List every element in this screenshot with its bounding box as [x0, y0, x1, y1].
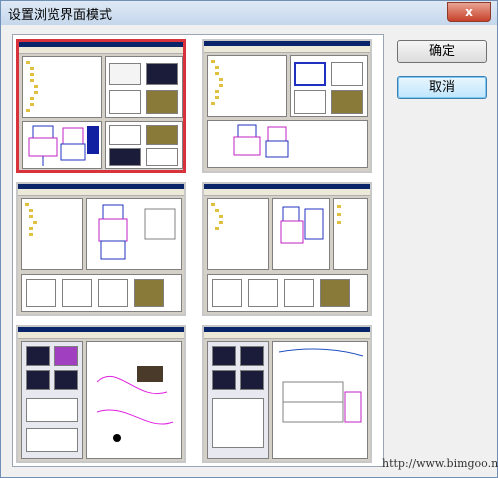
watermark: http://www.bimgoo.net — [382, 457, 498, 470]
cad-drawing-icon — [280, 206, 324, 244]
layout-option-2[interactable] — [202, 39, 372, 173]
window-title: 设置浏览界面模式 — [8, 8, 113, 23]
cancel-button[interactable]: 取消 — [397, 76, 487, 99]
close-button[interactable]: x — [447, 2, 491, 22]
cad-drawing-icon — [98, 204, 176, 260]
layout-option-5[interactable] — [16, 325, 186, 463]
layout-option-6[interactable] — [202, 325, 372, 463]
layout-preview-panel — [12, 34, 384, 467]
cad-drawing-icon — [233, 124, 289, 158]
close-icon: x — [465, 5, 473, 19]
cad-map-icon — [96, 366, 174, 442]
layout-option-1[interactable] — [16, 39, 186, 173]
layout-option-3[interactable] — [16, 182, 186, 316]
layout-option-4[interactable] — [202, 182, 372, 316]
ok-button[interactable]: 确定 — [397, 40, 487, 63]
cad-drawing-icon — [28, 125, 99, 166]
cad-plan-icon — [278, 348, 364, 423]
title-bar: 设置浏览界面模式 x — [1, 1, 497, 25]
dialog-window: 设置浏览界面模式 x 确定 取消 http://www.bimgoo.net — [0, 0, 498, 478]
